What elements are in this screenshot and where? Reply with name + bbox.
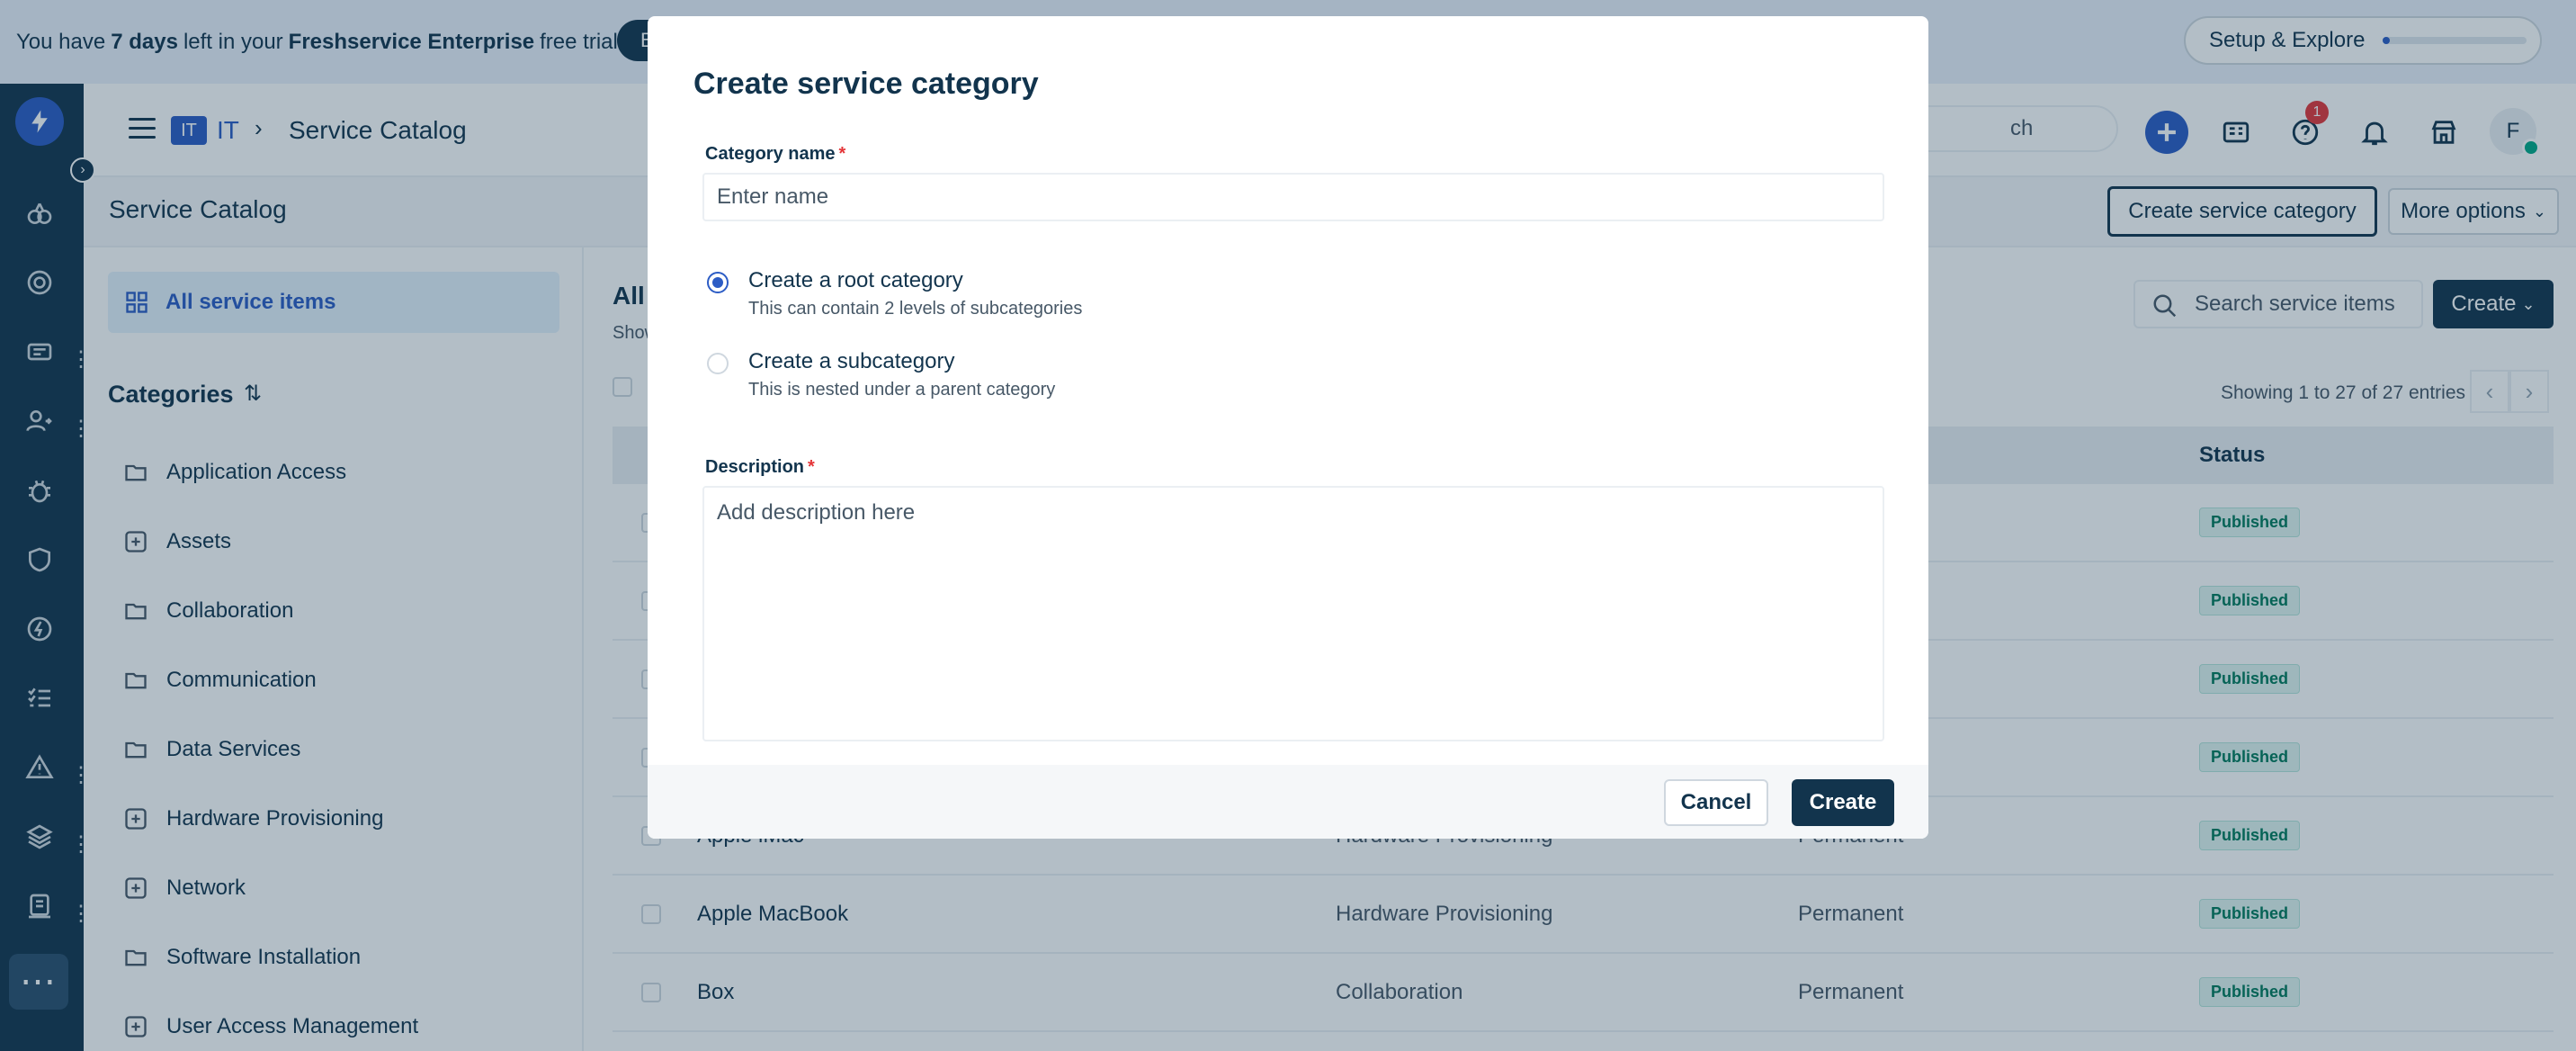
cancel-button[interactable]: Cancel [1664,779,1768,826]
category-name-input[interactable] [702,173,1884,221]
required-asterisk: * [808,457,815,477]
root-category-radio[interactable] [707,272,729,293]
root-category-title[interactable]: Create a root category [748,268,963,293]
category-name-label: Category name * [705,144,845,165]
dialog-footer: Cancel Create [648,765,1928,839]
category-name-label-text: Category name [705,144,836,164]
subcategory-radio[interactable] [707,353,729,374]
create-button[interactable]: Create [1792,779,1894,826]
dialog-title: Create service category [693,67,1039,101]
description-label: Description * [705,457,815,478]
required-asterisk: * [838,144,846,164]
subcategory-help: This is nested under a parent category [748,380,1056,400]
description-textarea[interactable] [702,486,1884,741]
subcategory-title[interactable]: Create a subcategory [748,349,954,374]
description-label-text: Description [705,457,805,477]
create-service-category-dialog: Create service category Category name* C… [648,16,1928,839]
root-category-help: This can contain 2 levels of subcategori… [748,299,1083,319]
